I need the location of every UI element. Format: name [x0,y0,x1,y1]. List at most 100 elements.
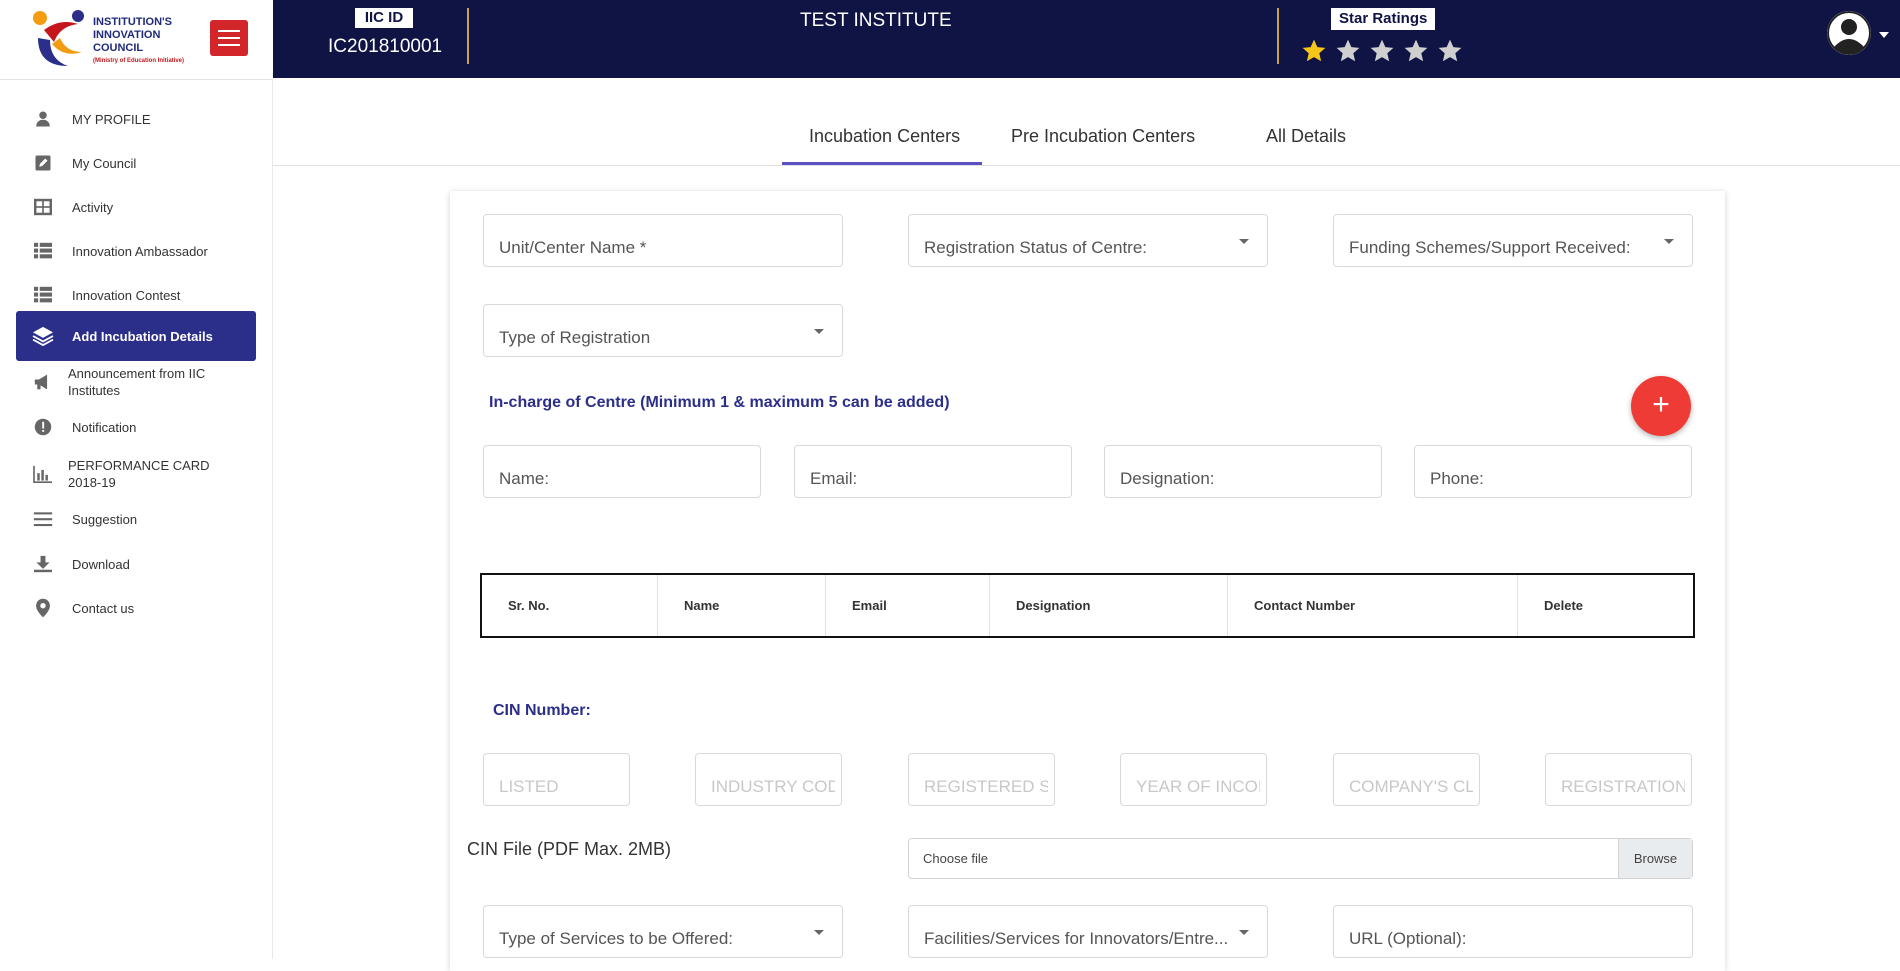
sidebar-item-label: Announcement from IIC Institutes [68,366,206,398]
logo-text: INSTITUTION'S INNOVATION COUNCIL (Minist… [93,16,184,68]
type-of-registration-placeholder: Type of Registration [499,328,651,347]
iic-id-value: IC201810001 [328,36,443,57]
add-incharge-button[interactable]: + [1631,376,1691,436]
location-pin-icon [28,598,58,618]
sidebar-item-label: Download [72,556,130,572]
sidebar-item-label: Innovation Contest [72,287,181,303]
star-icon [1336,39,1360,62]
tabs-bar: Incubation Centers Pre Incubation Center… [273,112,1900,166]
funding-schemes-select[interactable]: Funding Schemes/Support Received: [1333,214,1693,267]
th-designation: Designation [990,575,1228,636]
url-placeholder: URL (Optional): [1349,929,1467,948]
person-icon [28,110,58,128]
sidebar-item[interactable]: MY PROFILE [16,94,256,144]
menu-line-icon [218,44,240,46]
download-icon [28,555,58,573]
logo-line3: COUNCIL [93,42,144,54]
incharge-email-input[interactable]: Email: [794,445,1072,498]
tab-pre-incubation-centers[interactable]: Pre Incubation Centers [1011,126,1195,147]
registration-status-placeholder: Registration Status of Centre: [924,238,1148,257]
cin-listed-input[interactable]: LISTED [483,753,630,806]
th-name: Name [658,575,826,636]
cin-registered-state-input[interactable]: REGISTERED ST [908,753,1055,806]
sidebar-item-label: MY PROFILE [72,111,151,127]
cin-registration-input[interactable]: REGISTRATION [1545,753,1692,806]
divider [1277,8,1279,64]
cin-file-input[interactable]: Choose file Browse [908,838,1693,879]
logo-line2: INNOVATION [93,29,161,41]
chevron-down-icon [1239,239,1249,244]
sidebar-item[interactable]: PERFORMANCE CARD 2018-19 [16,449,256,499]
institute-name: TEST INSTITUTE [800,10,952,31]
sidebar-item-label: Notification [72,419,137,435]
sidebar-item[interactable]: Announcement from IIC Institutes [16,357,256,407]
services-offered-select[interactable]: Type of Services to be Offered: [483,905,843,958]
menu-line-icon [218,37,240,39]
unit-name-placeholder: Unit/Center Name * [499,238,647,257]
user-menu-caret-icon[interactable] [1879,32,1889,38]
sidebar-item[interactable]: Contact us [16,583,256,633]
user-avatar-icon[interactable] [1827,11,1871,55]
tab-all-details[interactable]: All Details [1266,126,1346,147]
cin-year-placeholder: YEAR OF INCOI [1136,777,1260,796]
facilities-select[interactable]: Facilities/Services for Innovators/Entre… [908,905,1268,958]
incubation-form-card: Unit/Center Name * Registration Status o… [450,191,1725,971]
list-icon [28,286,58,304]
cin-industry-code-placeholder: INDUSTRY COD [711,777,835,796]
th-email: Email [826,575,990,636]
cin-registered-state-placeholder: REGISTERED ST [924,777,1048,796]
sidebar-item-label: Innovation Ambassador [72,243,208,259]
incharge-name-placeholder: Name: [499,469,550,488]
star-icon [1302,39,1326,62]
facilities-placeholder: Facilities/Services for Innovators/Entre… [924,929,1227,948]
logo-area: INSTITUTION'S INNOVATION COUNCIL (Minist… [0,0,273,80]
cin-heading: CIN Number: [493,702,591,719]
chevron-down-icon [1664,239,1674,244]
active-tab-indicator [782,162,982,165]
incharge-phone-input[interactable]: Phone: [1414,445,1692,498]
star-icon [1404,39,1428,62]
unit-name-input[interactable]: Unit/Center Name * [483,214,843,267]
sidebar-item[interactable]: My Council [16,138,256,188]
incharge-email-placeholder: Email: [810,469,858,488]
star-icon [1370,39,1394,62]
chevron-down-icon [1239,930,1249,935]
list-icon [28,242,58,260]
tab-incubation-centers[interactable]: Incubation Centers [809,126,960,147]
cin-file-label: CIN File (PDF Max. 2MB) [467,839,672,859]
star-rating [1301,38,1463,64]
incharge-heading: In-charge of Centre (Minimum 1 & maximum… [489,394,950,411]
logo-line1: INSTITUTION'S [93,16,173,28]
sidebar-item[interactable]: Add Incubation Details [16,311,256,361]
edit-icon [28,154,58,172]
top-bar: IIC ID IC201810001 TEST INSTITUTE Star R… [273,0,1900,78]
cin-registration-placeholder: REGISTRATION [1561,777,1685,796]
url-input[interactable]: URL (Optional): [1333,905,1693,958]
cin-company-class-input[interactable]: COMPANY'S CL [1333,753,1480,806]
cin-year-input[interactable]: YEAR OF INCOI [1120,753,1267,806]
sidebar-item-label: Contact us [72,600,135,616]
sidebar-item-label: Activity [72,199,114,215]
cin-company-class-placeholder: COMPANY'S CL [1349,777,1473,796]
sidebar-item[interactable]: Innovation Ambassador [16,226,256,276]
sidebar-item[interactable]: Notification [16,402,256,452]
type-of-registration-select[interactable]: Type of Registration [483,304,843,357]
browse-button[interactable]: Browse [1618,839,1692,878]
incharge-name-input[interactable]: Name: [483,445,761,498]
sidebar-item[interactable]: Download [16,539,256,589]
services-offered-placeholder: Type of Services to be Offered: [499,929,734,948]
grid-icon [28,198,58,216]
cin-industry-code-input[interactable]: INDUSTRY COD [695,753,842,806]
hamburger-menu-button[interactable] [210,20,248,56]
bar-chart-icon [28,465,58,483]
layers-icon [28,326,58,346]
logo-subtitle: (Ministry of Education Initiative) [93,58,185,64]
sidebar-item-label: Add Incubation Details [72,328,213,344]
incharge-designation-input[interactable]: Designation: [1104,445,1382,498]
sidebar-item[interactable]: Suggestion [16,494,256,544]
sidebar-item[interactable]: Activity [16,182,256,232]
header: INSTITUTION'S INNOVATION COUNCIL (Minist… [0,0,1900,80]
sidebar-item-label: Suggestion [72,511,138,527]
alert-icon [28,418,58,436]
registration-status-select[interactable]: Registration Status of Centre: [908,214,1268,267]
